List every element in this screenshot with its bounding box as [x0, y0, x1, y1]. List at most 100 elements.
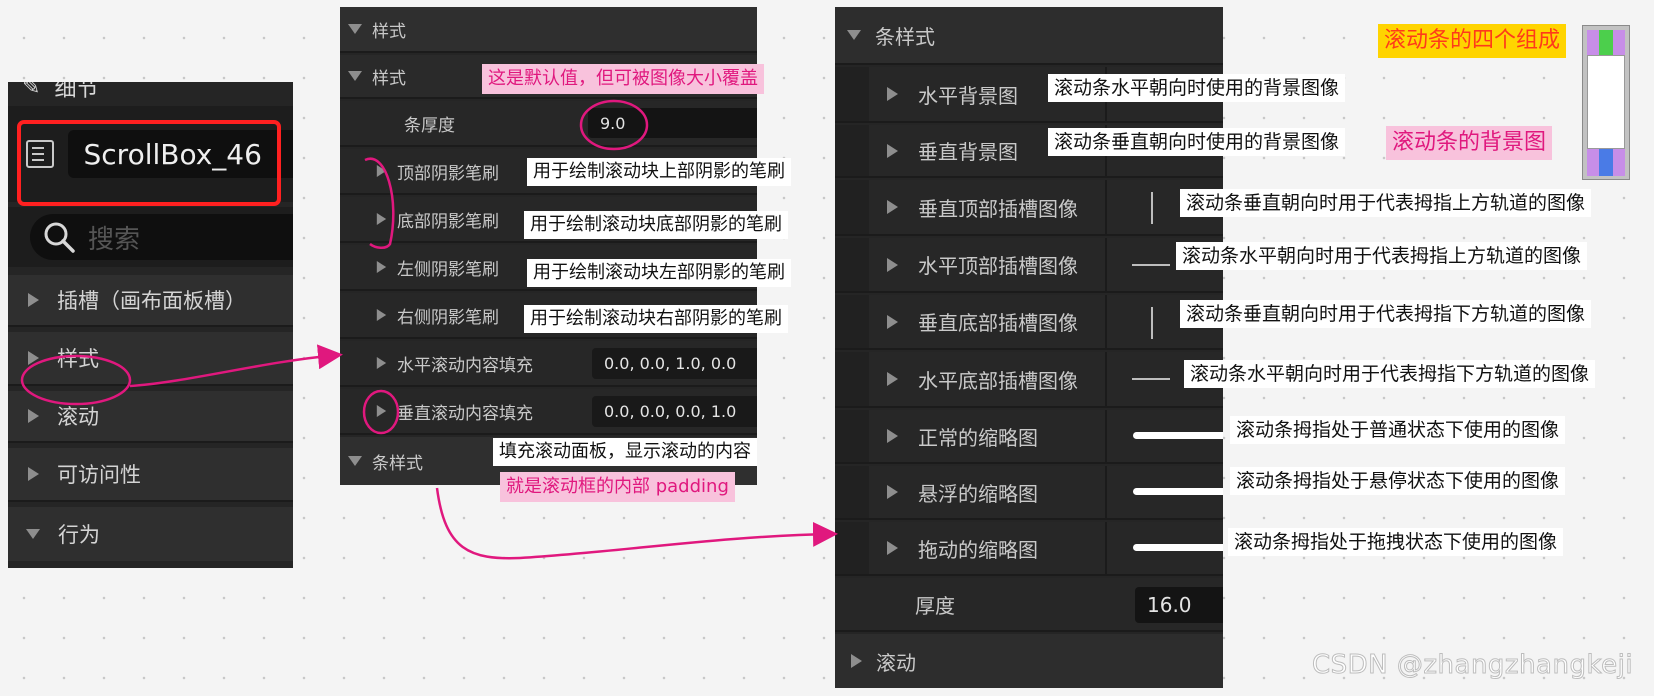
style-subheader-label: 样式 [372, 68, 406, 89]
expand-arrow-icon [887, 257, 898, 272]
row-gutter [835, 238, 869, 291]
v-top-slot-note: 滚动条垂直朝向时用于代表拇指上方轨道的图像 [1180, 189, 1592, 217]
h-padding-value: 0.0, 0.0, 1.0, 0.0 [604, 354, 737, 373]
column-divider [1105, 238, 1107, 291]
expand-arrow-icon [376, 213, 387, 225]
row-label: 底部阴影笔刷 [397, 211, 499, 232]
expand-arrow-icon [851, 654, 862, 668]
section-label: 行为 [58, 523, 100, 547]
row-gutter [835, 352, 869, 406]
v-padding-label: 垂直滚动内容填充 [397, 403, 533, 424]
expand-arrow-icon [28, 293, 39, 307]
v-top-slot-row[interactable]: 垂直顶部插槽图像 [835, 180, 1223, 236]
expand-arrow-icon [887, 541, 898, 555]
watermark: CSDN @zhangzhangkeji [1311, 650, 1634, 681]
details-icon: ✎ [22, 82, 41, 100]
bar-thickness-input[interactable]: 9.0 [588, 108, 757, 138]
h-bottom-slot-row[interactable]: 水平底部插槽图像 [835, 352, 1223, 408]
scrollbar-top-slot-mark [1599, 30, 1613, 55]
h-bg-note: 滚动条水平朝向时使用的背景图像 [1048, 74, 1346, 102]
expand-arrow-icon [28, 351, 39, 365]
section-label: 滚动 [57, 405, 99, 429]
expand-arrow-icon [887, 314, 898, 329]
section-accessibility[interactable]: 可访问性 [8, 448, 293, 502]
section-slot[interactable]: 插槽（画布面板槽） [8, 275, 293, 327]
details-title: 细节 [54, 82, 99, 102]
hover-thumb-row[interactable]: 悬浮的缩略图 [835, 466, 1223, 520]
expand-arrow-icon [887, 200, 898, 214]
column-divider [1105, 522, 1107, 574]
search-icon [44, 222, 75, 253]
collapse-arrow-icon [26, 529, 40, 539]
row-gutter [835, 466, 869, 518]
drag-thumb-row[interactable]: 拖动的缩略图 [835, 522, 1223, 576]
bar-style-header[interactable]: 条样式 [835, 7, 1223, 65]
default-value-note: 这是默认值，但可被图像大小覆盖 [482, 64, 764, 94]
thumb-preview-icon [1133, 544, 1223, 551]
expand-arrow-icon [376, 309, 387, 321]
row-label: 拖动的缩略图 [918, 537, 1038, 562]
section-label: 样式 [57, 347, 99, 371]
row-label: 右侧阴影笔刷 [397, 307, 499, 328]
row-gutter [835, 410, 869, 462]
details-header: ✎ 细节 [8, 82, 293, 104]
normal-thumb-note: 滚动条拇指处于普通状态下使用的图像 [1230, 416, 1566, 444]
column-divider [1105, 352, 1107, 406]
bar-thickness-value: 9.0 [600, 113, 626, 133]
row-label: 水平顶部插槽图像 [918, 254, 1078, 278]
h-top-slot-row[interactable]: 水平顶部插槽图像 [835, 238, 1223, 293]
section-behavior[interactable]: 行为 [8, 507, 293, 561]
search-input[interactable]: 搜索 [30, 214, 293, 260]
v-bottom-slot-row[interactable]: 垂直底部插槽图像 [835, 295, 1223, 350]
scrollbar-illustration [1582, 25, 1630, 180]
expand-arrow-icon [376, 405, 387, 417]
section-label: 可访问性 [57, 463, 141, 487]
thickness-value: 16.0 [1147, 593, 1192, 617]
expand-arrow-icon [376, 357, 387, 369]
search-placeholder: 搜索 [88, 224, 141, 255]
v-bg-note: 滚动条垂直朝向时使用的背景图像 [1048, 128, 1346, 156]
section-style[interactable]: 样式 [8, 332, 293, 386]
row-gutter [835, 67, 869, 121]
thumb-preview-icon [1133, 432, 1223, 439]
expand-arrow-icon [887, 485, 898, 499]
h-padding-label: 水平滚动内容填充 [397, 355, 533, 376]
thickness-label: 厚度 [915, 593, 955, 618]
widget-icon [26, 140, 54, 168]
row-label: 左侧阴影笔刷 [397, 259, 499, 280]
row-gutter [835, 125, 869, 176]
scroll-label: 滚动 [876, 650, 916, 675]
row-gutter [835, 295, 869, 348]
column-divider [1105, 466, 1107, 518]
row-label: 悬浮的缩略图 [918, 481, 1038, 506]
hover-thumb-note: 滚动条拇指处于悬停状态下使用的图像 [1230, 467, 1566, 495]
normal-thumb-row[interactable]: 正常的缩略图 [835, 410, 1223, 464]
row-label: 垂直顶部插槽图像 [918, 196, 1078, 221]
v-padding-value-box[interactable]: 0.0, 0.0, 0.0, 1.0 [592, 396, 757, 427]
expand-arrow-icon [28, 467, 39, 481]
h-padding-value-box[interactable]: 0.0, 0.0, 1.0, 0.0 [592, 348, 757, 379]
h-bottom-slot-note: 滚动条水平朝向时用于代表拇指下方轨道的图像 [1184, 360, 1596, 388]
widget-name-input[interactable]: ScrollBox_46 [67, 130, 293, 178]
column-divider [1105, 180, 1107, 234]
padding-note: 填充滚动面板，显示滚动的内容 [493, 438, 757, 466]
section-label: 插槽（画布面板槽） [57, 289, 246, 313]
section-scroll[interactable]: 滚动 [8, 391, 293, 443]
row-label: 垂直背景图 [918, 140, 1018, 164]
scrollbar-bottom-slot-mark [1599, 149, 1613, 176]
bottom-shadow-note: 用于绘制滚动块底部阴影的笔刷 [524, 211, 788, 239]
scroll-section-row[interactable]: 滚动 [835, 634, 1223, 688]
style-header[interactable]: 样式 [340, 7, 757, 53]
thickness-input[interactable]: 16.0 [1135, 587, 1223, 623]
thumb-preview-icon [1133, 488, 1223, 495]
details-panel: ✎ 细节 ScrollBox_46 搜索 插槽（画布面板槽） 样式 滚动 可访问… [8, 82, 293, 568]
right-shadow-note: 用于绘制滚动块右部阴影的笔刷 [524, 305, 788, 333]
expand-arrow-icon [887, 143, 898, 158]
bar-style-panel: 条样式 水平背景图 垂直背景图 垂直顶部插槽图像 水平顶部插槽图像 垂直底部插槽图像 水平… [835, 7, 1223, 688]
expand-arrow-icon [887, 87, 898, 101]
row-gutter [835, 522, 869, 574]
row-label: 顶部阴影笔刷 [397, 163, 499, 184]
row-gutter [835, 180, 869, 234]
left-shadow-note: 用于绘制滚动块左部阴影的笔刷 [527, 259, 791, 287]
widget-name-row: ScrollBox_46 [8, 106, 293, 202]
